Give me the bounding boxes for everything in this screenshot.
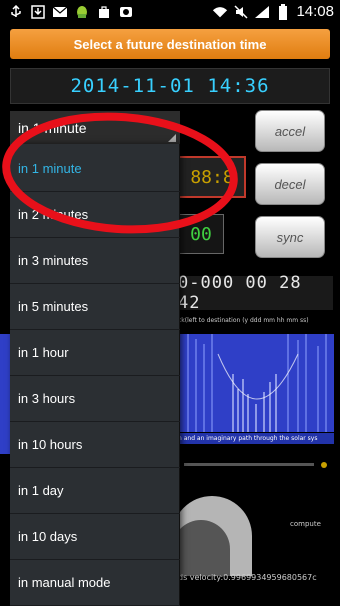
dropdown-option[interactable]: in 3 hours <box>10 376 180 422</box>
dropdown-option[interactable]: in 1 day <box>10 468 180 514</box>
time-offset-dropdown: in 1 minute in 2 minutes in 3 minutes in… <box>10 144 180 606</box>
dropdown-option[interactable]: in 3 minutes <box>10 238 180 284</box>
time-offset-spinner[interactable]: in 1 minute <box>10 111 180 147</box>
countdown-caption: ck(left to destination (y ddd mm hh mm s… <box>178 317 309 324</box>
dropdown-option[interactable]: in manual mode <box>10 560 180 606</box>
select-destination-button[interactable]: Select a future destination time <box>10 29 330 59</box>
clock-time: 14:08 <box>296 3 334 20</box>
spinner-selected-value: in 1 minute <box>18 120 87 136</box>
dropdown-option[interactable]: in 10 hours <box>10 422 180 468</box>
compute-slider-track[interactable] <box>184 463 314 466</box>
segment-display-primary: 88:8 <box>178 156 246 198</box>
dropdown-option[interactable]: in 10 days <box>10 514 180 560</box>
android-icon <box>74 4 90 20</box>
notification-icons <box>8 4 134 20</box>
signal-icon <box>254 4 270 20</box>
wifi-icon <box>212 4 228 20</box>
spectrum-graphic <box>178 334 334 432</box>
segment-display-secondary: 00 <box>178 214 224 254</box>
countdown-display: 0-000 00 28 42 <box>178 273 333 313</box>
download-icon <box>30 4 46 20</box>
spectrum-caption: n and an imaginary path through the sola… <box>178 433 334 444</box>
sync-button[interactable]: sync <box>255 216 325 258</box>
bag-icon <box>96 4 112 20</box>
velocity-readout: ds velocity:0.9969934959680567c <box>178 573 317 582</box>
mute-icon <box>233 4 249 20</box>
status-bar: 14:08 <box>0 0 340 26</box>
solar-path-spectrum <box>178 334 334 432</box>
photo-icon <box>118 4 134 20</box>
dropdown-option[interactable]: in 1 minute <box>10 146 180 192</box>
dropdown-option[interactable]: in 1 hour <box>10 330 180 376</box>
system-icons: 14:08 <box>212 3 334 20</box>
accel-button[interactable]: accel <box>255 110 325 152</box>
dropdown-corner-icon <box>168 134 176 142</box>
usb-icon <box>8 4 24 20</box>
destination-datetime-display[interactable]: 2014-11-01 14:36 <box>10 68 330 104</box>
mail-icon <box>52 4 68 20</box>
dropdown-option[interactable]: in 5 minutes <box>10 284 180 330</box>
compute-label: compute <box>290 520 321 528</box>
dropdown-option[interactable]: in 2 minutes <box>10 192 180 238</box>
compute-slider-thumb[interactable] <box>321 462 327 468</box>
battery-icon <box>275 3 291 20</box>
velocity-gauge-inner <box>172 520 230 576</box>
decel-button[interactable]: decel <box>255 163 325 205</box>
